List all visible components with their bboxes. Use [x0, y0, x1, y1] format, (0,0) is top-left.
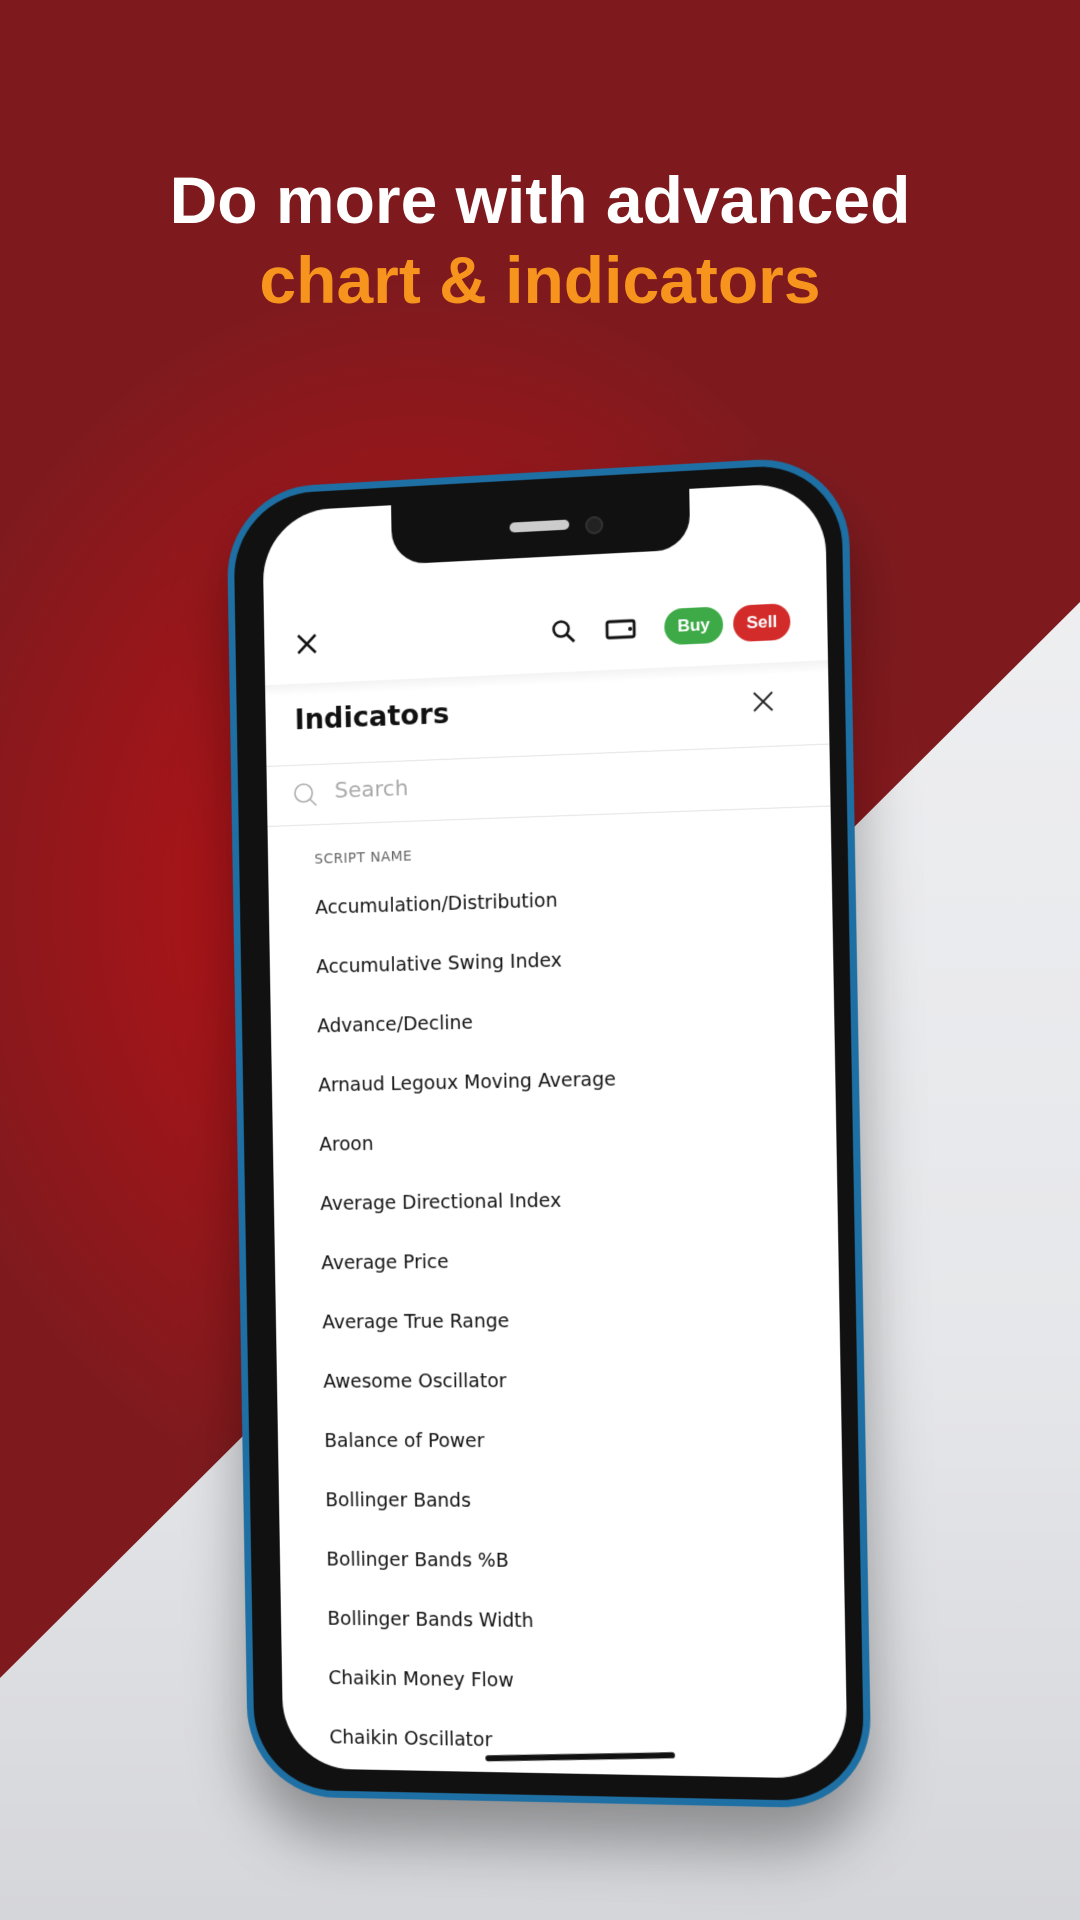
list-item[interactable]: Chaikin Money Flow — [328, 1658, 847, 1726]
panel-title: Indicators — [294, 697, 450, 737]
list-item[interactable]: Average True Range — [322, 1299, 840, 1362]
list-item[interactable]: Arnaud Legoux Moving Average — [318, 1055, 836, 1126]
indicator-list: Accumulation/Distribution Accumulative Sw… — [315, 872, 848, 1779]
list-item[interactable]: Awesome Oscillator — [323, 1360, 841, 1422]
list-item[interactable]: Aroon — [319, 1116, 837, 1185]
list-item[interactable]: Advance/Decline — [317, 994, 835, 1066]
buy-button[interactable]: Buy — [664, 606, 724, 646]
top-bar: Buy Sell — [264, 591, 828, 673]
list-item[interactable]: Average Price — [321, 1238, 839, 1303]
search-input[interactable]: Search — [266, 743, 831, 827]
phone-screen: Buy Sell Indicators Search SCRIPT NAME A… — [262, 481, 848, 1780]
search-placeholder: Search — [334, 776, 409, 804]
panel-close-icon[interactable] — [749, 687, 778, 717]
search-field-icon — [292, 781, 320, 810]
list-item[interactable]: Balance of Power — [324, 1421, 842, 1482]
close-icon[interactable] — [293, 630, 321, 659]
device-icon[interactable] — [604, 614, 639, 644]
list-item[interactable]: Bollinger Bands Width — [327, 1599, 846, 1665]
list-item[interactable]: Average Directional Index — [320, 1177, 838, 1244]
list-item[interactable]: Chaikin Oscillator — [329, 1718, 848, 1780]
column-header: SCRIPT NAME — [314, 848, 413, 868]
speaker — [509, 519, 570, 533]
search-icon[interactable] — [550, 617, 578, 646]
headline: Do more with advanced chart & indicators — [0, 160, 1080, 320]
list-item[interactable]: Bollinger Bands %B — [326, 1540, 845, 1604]
headline-line1: Do more with advanced — [169, 163, 911, 237]
notch — [391, 488, 691, 565]
list-item[interactable]: Bollinger Bands — [325, 1480, 844, 1542]
headline-line2: chart & indicators — [259, 243, 821, 317]
phone-mockup: Buy Sell Indicators Search SCRIPT NAME A… — [226, 454, 872, 1810]
camera — [585, 515, 604, 535]
sell-button[interactable]: Sell — [732, 603, 791, 643]
